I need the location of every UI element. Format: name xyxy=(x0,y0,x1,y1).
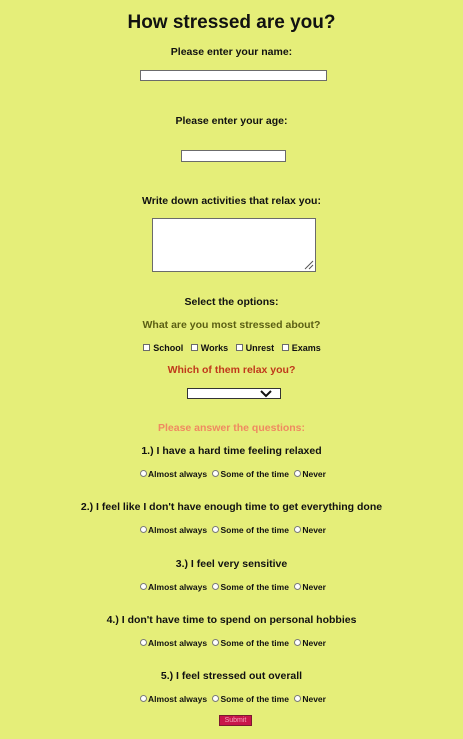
name-label: Please enter your name: xyxy=(170,46,293,58)
radio-label: Almost always xyxy=(148,694,208,704)
question-3-options: Almost always Some of the time Never xyxy=(0,582,463,592)
submit-button[interactable]: Submit xyxy=(219,715,252,726)
radio-some-of-the-time[interactable] xyxy=(212,526,220,534)
question-4: 4.) I don't have time to spend on person… xyxy=(106,614,357,626)
radio-never[interactable] xyxy=(294,470,302,478)
checkbox-label: School xyxy=(153,343,184,353)
radio-label: Never xyxy=(302,694,326,704)
radio-almost-always[interactable] xyxy=(140,695,148,703)
relax-question: Which of them relax you? xyxy=(167,364,296,376)
radio-label: Some of the time xyxy=(220,582,289,592)
radio-almost-always[interactable] xyxy=(140,639,148,647)
checkbox-school[interactable] xyxy=(143,344,151,352)
radio-some-of-the-time[interactable] xyxy=(212,470,220,478)
question-4-options: Almost always Some of the time Never xyxy=(0,638,463,648)
radio-label: Almost always xyxy=(148,525,208,535)
relax-select[interactable] xyxy=(187,388,281,399)
resize-grip-icon[interactable] xyxy=(303,259,315,271)
radio-some-of-the-time[interactable] xyxy=(212,583,220,591)
page-title: How stressed are you? xyxy=(127,12,336,33)
question-1-options: Almost always Some of the time Never xyxy=(0,469,463,479)
radio-label: Some of the time xyxy=(220,694,289,704)
stress-checkbox-group: School Works Unrest Exams xyxy=(0,343,463,353)
radio-label: Never xyxy=(302,469,326,479)
age-input[interactable] xyxy=(181,150,286,162)
age-label: Please enter your age: xyxy=(175,115,288,127)
radio-almost-always[interactable] xyxy=(140,583,148,591)
activities-textarea[interactable] xyxy=(152,218,316,272)
question-5: 5.) I feel stressed out overall xyxy=(160,670,303,682)
question-5-options: Almost always Some of the time Never xyxy=(0,694,463,704)
question-1: 1.) I have a hard time feeling relaxed xyxy=(141,445,322,457)
checkbox-label: Unrest xyxy=(245,343,275,353)
radio-never[interactable] xyxy=(294,639,302,647)
checkbox-label: Works xyxy=(200,343,229,353)
radio-never[interactable] xyxy=(294,583,302,591)
question-3: 3.) I feel very sensitive xyxy=(175,558,288,570)
question-2: 2.) I feel like I don't have enough time… xyxy=(80,501,383,513)
checkbox-label: Exams xyxy=(291,343,321,353)
answer-prompt: Please answer the questions: xyxy=(157,422,306,434)
checkbox-exams[interactable] xyxy=(281,344,289,352)
radio-never[interactable] xyxy=(294,695,302,703)
radio-some-of-the-time[interactable] xyxy=(212,639,220,647)
radio-label: Some of the time xyxy=(220,638,289,648)
question-2-options: Almost always Some of the time Never xyxy=(0,525,463,535)
radio-label: Almost always xyxy=(148,638,208,648)
radio-label: Some of the time xyxy=(220,469,289,479)
radio-some-of-the-time[interactable] xyxy=(212,695,220,703)
radio-label: Some of the time xyxy=(220,525,289,535)
chevron-down-icon xyxy=(260,390,272,398)
radio-label: Never xyxy=(302,582,326,592)
name-input[interactable] xyxy=(140,70,327,81)
radio-label: Never xyxy=(302,525,326,535)
radio-label: Never xyxy=(302,638,326,648)
radio-never[interactable] xyxy=(294,526,302,534)
activities-label: Write down activities that relax you: xyxy=(142,195,321,207)
options-label: Select the options: xyxy=(184,296,279,308)
radio-label: Almost always xyxy=(148,469,208,479)
checkbox-works[interactable] xyxy=(190,344,198,352)
radio-almost-always[interactable] xyxy=(140,526,148,534)
radio-label: Almost always xyxy=(148,582,208,592)
checkbox-unrest[interactable] xyxy=(235,344,243,352)
stressed-question: What are you most stressed about? xyxy=(142,319,321,331)
radio-almost-always[interactable] xyxy=(140,470,148,478)
